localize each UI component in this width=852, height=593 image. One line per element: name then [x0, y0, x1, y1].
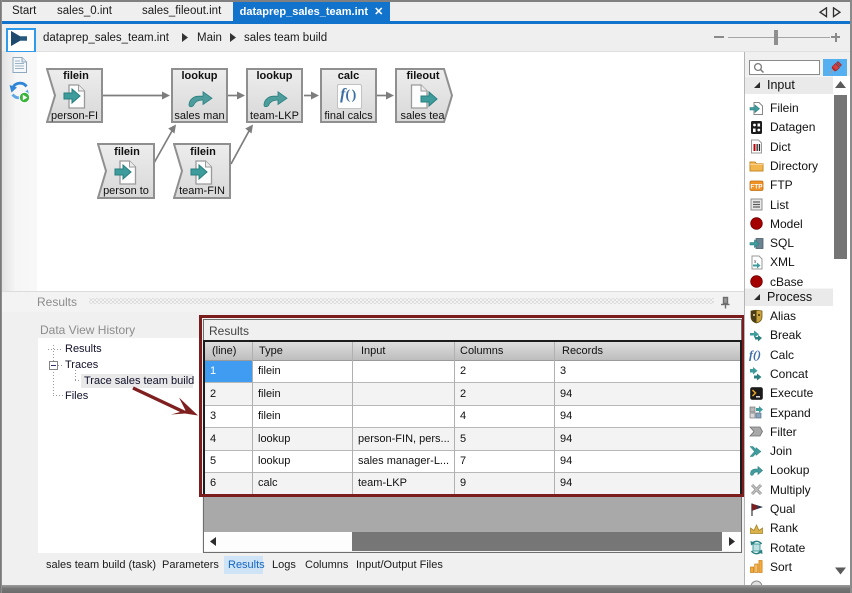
svg-text:f(): f() — [749, 348, 761, 362]
svg-text:FTP: FTP — [750, 183, 763, 190]
